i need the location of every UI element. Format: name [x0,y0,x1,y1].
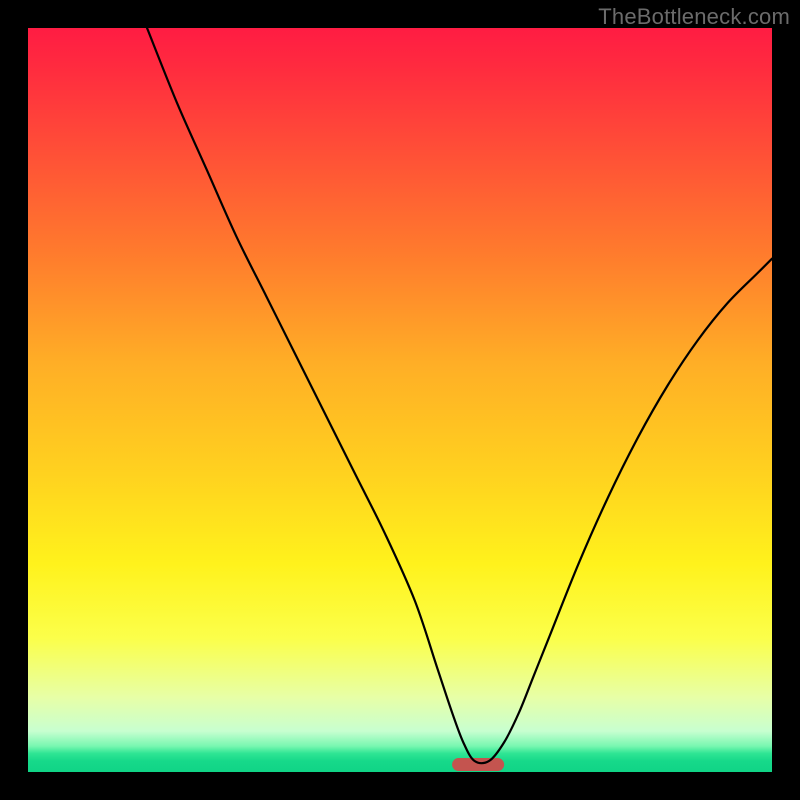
watermark-label: TheBottleneck.com [598,4,790,30]
chart-frame: TheBottleneck.com [0,0,800,800]
optimum-bar [452,758,504,771]
optimum-marker-layer [452,758,504,771]
gradient-background [28,28,772,772]
bottleneck-chart [28,28,772,772]
